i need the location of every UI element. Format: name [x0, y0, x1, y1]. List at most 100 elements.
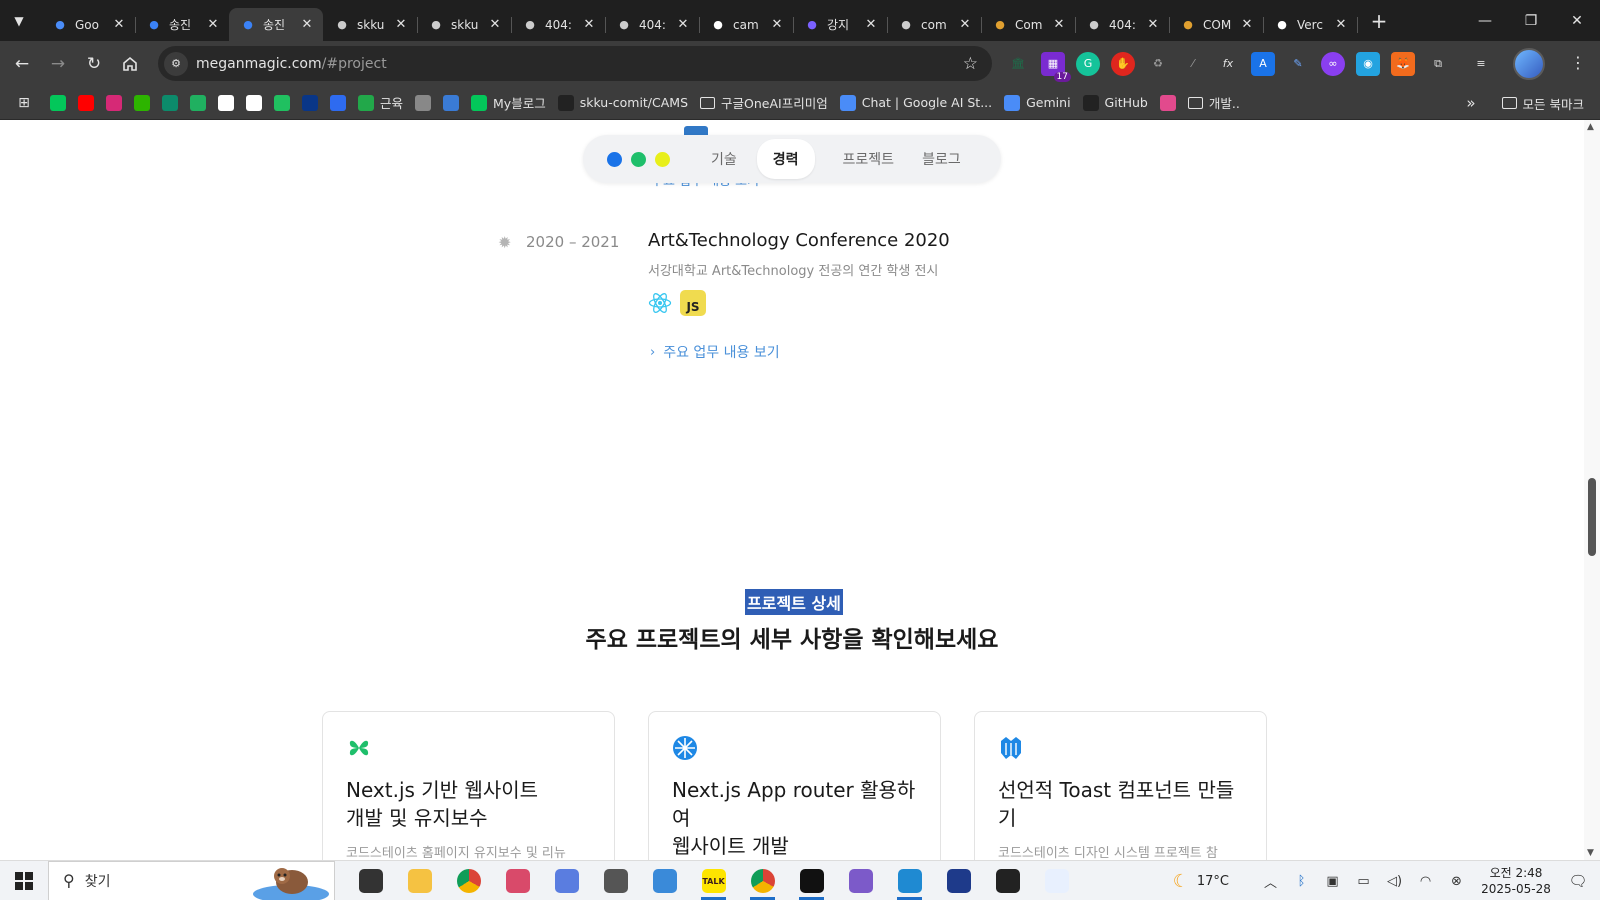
- bookmark-item[interactable]: [296, 89, 324, 117]
- bookmark-item[interactable]: [44, 89, 72, 117]
- browser-tab[interactable]: ● 404: ✕: [605, 8, 700, 41]
- notification-icon[interactable]: 🗨: [1556, 872, 1600, 890]
- close-tab-icon[interactable]: ✕: [769, 17, 785, 32]
- bookmark-item[interactable]: [184, 89, 212, 117]
- url-text[interactable]: meganmagic.com/#project: [196, 56, 387, 72]
- taskbar-app[interactable]: TALK: [689, 861, 738, 900]
- apps-grid-button[interactable]: ⊞: [10, 89, 38, 117]
- browser-tab[interactable]: ● 송진 ✕: [229, 8, 323, 41]
- bookmark-star-icon[interactable]: ☆: [963, 54, 978, 74]
- profile-avatar[interactable]: [1513, 48, 1545, 80]
- back-button[interactable]: ←: [4, 46, 40, 82]
- browser-tab[interactable]: ● com ✕: [887, 8, 982, 41]
- taskbar-app[interactable]: [493, 861, 542, 900]
- bluetooth-icon[interactable]: ᛒ: [1286, 874, 1317, 889]
- page-scrollbar[interactable]: ▲ ▼: [1584, 120, 1600, 860]
- font-a-icon[interactable]: A: [1251, 51, 1275, 76]
- address-bar[interactable]: ⚙ meganmagic.com/#project ☆: [158, 46, 992, 81]
- taskbar-app[interactable]: [787, 861, 836, 900]
- close-tab-icon[interactable]: ✕: [957, 17, 973, 32]
- scroll-up-arrow-icon[interactable]: ▲: [1587, 122, 1594, 132]
- start-button[interactable]: [0, 861, 48, 900]
- formula-icon[interactable]: fx: [1216, 52, 1240, 76]
- media-control-icon[interactable]: ≡: [1469, 52, 1493, 76]
- wifi-icon[interactable]: ◠: [1410, 874, 1441, 889]
- bookmark-item[interactable]: 개발..: [1182, 89, 1246, 117]
- bookmark-item[interactable]: [1154, 89, 1182, 117]
- close-tab-icon[interactable]: ✕: [1239, 17, 1255, 32]
- taskbar-app[interactable]: [885, 861, 934, 900]
- nav-link-blog[interactable]: 블로그: [922, 149, 961, 169]
- bookmark-item[interactable]: Gemini: [998, 89, 1076, 117]
- bookmark-item[interactable]: [409, 89, 437, 117]
- project-card[interactable]: 선언적 Toast 컴포넌트 만들 기 코드스테이츠 디자인 시스템 프로젝트 참: [974, 711, 1267, 860]
- extension-translate-icon[interactable]: 🏛: [1006, 52, 1030, 76]
- taskbar-app[interactable]: [934, 861, 983, 900]
- tab-search-button[interactable]: ▼: [5, 7, 33, 35]
- chevron-up-icon[interactable]: ︿: [1255, 872, 1286, 891]
- taskbar-app[interactable]: [738, 861, 787, 900]
- battery-icon[interactable]: ▭: [1348, 874, 1379, 889]
- bookmark-item[interactable]: [437, 89, 465, 117]
- taskbar-app[interactable]: [640, 861, 689, 900]
- bookmark-item[interactable]: My블로그: [465, 89, 552, 117]
- close-tab-icon[interactable]: ✕: [675, 17, 691, 32]
- infinity-icon[interactable]: ∞: [1321, 51, 1345, 76]
- all-bookmarks-button[interactable]: 모든 북마크: [1496, 89, 1590, 117]
- taskbar-app[interactable]: [346, 861, 395, 900]
- bookmark-item[interactable]: [324, 89, 352, 117]
- menu-kebab-icon[interactable]: ⋮: [1570, 53, 1586, 72]
- bookmark-item[interactable]: [128, 89, 156, 117]
- close-tab-icon[interactable]: ✕: [205, 17, 221, 32]
- reload-button[interactable]: ↻: [76, 46, 112, 82]
- bookmark-item[interactable]: Chat | Google AI St...: [834, 89, 998, 117]
- forward-button[interactable]: →: [40, 46, 76, 82]
- extension-calendar-icon[interactable]: ▦ 17: [1041, 51, 1071, 82]
- taskbar-app[interactable]: [836, 861, 885, 900]
- scroll-down-arrow-icon[interactable]: ▼: [1587, 848, 1594, 858]
- network-disabled-icon[interactable]: ⊗: [1441, 874, 1472, 889]
- bookmark-item[interactable]: [268, 89, 296, 117]
- volume-icon[interactable]: ◁): [1379, 874, 1410, 889]
- adblock-icon[interactable]: ✋: [1111, 51, 1135, 76]
- scroll-thumb[interactable]: [1588, 478, 1596, 556]
- taskbar-app[interactable]: [983, 861, 1032, 900]
- nav-link-projects[interactable]: 프로젝트: [843, 149, 895, 169]
- new-tab-button[interactable]: +: [1365, 7, 1393, 35]
- taskbar-search[interactable]: ⚲ 찾기: [48, 860, 335, 900]
- nav-link-skills[interactable]: 기술: [711, 149, 737, 169]
- pen-icon[interactable]: ⁄: [1181, 52, 1205, 76]
- browser-tab[interactable]: ● 404: ✕: [511, 8, 606, 41]
- close-tab-icon[interactable]: ✕: [863, 17, 879, 32]
- close-window-button[interactable]: ✕: [1554, 0, 1600, 41]
- site-info-icon[interactable]: ⚙: [164, 51, 188, 76]
- taskbar-app[interactable]: [542, 861, 591, 900]
- close-tab-icon[interactable]: ✕: [393, 17, 409, 32]
- grammarly-icon[interactable]: G: [1076, 51, 1100, 76]
- browser-tab[interactable]: ● Goo ✕: [41, 8, 136, 41]
- weather-widget[interactable]: ☾ 17°C: [1173, 871, 1229, 892]
- project-card[interactable]: Next.js App router 활용하 여 웹사이트 개발: [648, 711, 941, 860]
- close-tab-icon[interactable]: ✕: [111, 17, 127, 32]
- taskbar-app[interactable]: [395, 861, 444, 900]
- career-details-link[interactable]: › 주요 업무 내용 보기: [650, 342, 780, 362]
- puzzle-icon[interactable]: ⧉: [1426, 52, 1450, 76]
- display-icon[interactable]: ▣: [1317, 874, 1348, 889]
- project-card[interactable]: Next.js 기반 웹사이트 개발 및 유지보수 코드스테이츠 홈페이지 유지보…: [322, 711, 615, 860]
- browser-tab[interactable]: ● COM ✕: [1169, 8, 1264, 41]
- taskbar-app[interactable]: [591, 861, 640, 900]
- bookmark-item[interactable]: [240, 89, 268, 117]
- bookmark-item[interactable]: [212, 89, 240, 117]
- highlighter-icon[interactable]: ✎: [1286, 52, 1310, 76]
- close-tab-icon[interactable]: ✕: [1333, 17, 1349, 32]
- close-tab-icon[interactable]: ✕: [487, 17, 503, 32]
- bookmark-item[interactable]: skku-comit/CAMS: [552, 89, 694, 117]
- browser-tab[interactable]: ● 강지 ✕: [793, 8, 888, 41]
- bookmark-item[interactable]: [72, 89, 100, 117]
- fox-icon[interactable]: 🦊: [1391, 51, 1415, 76]
- taskbar-app[interactable]: [444, 861, 493, 900]
- home-button[interactable]: [112, 46, 148, 82]
- browser-tab[interactable]: ● 송진 ✕: [135, 8, 230, 41]
- browser-tab[interactable]: ● Com ✕: [981, 8, 1076, 41]
- restore-button[interactable]: ❐: [1508, 0, 1554, 41]
